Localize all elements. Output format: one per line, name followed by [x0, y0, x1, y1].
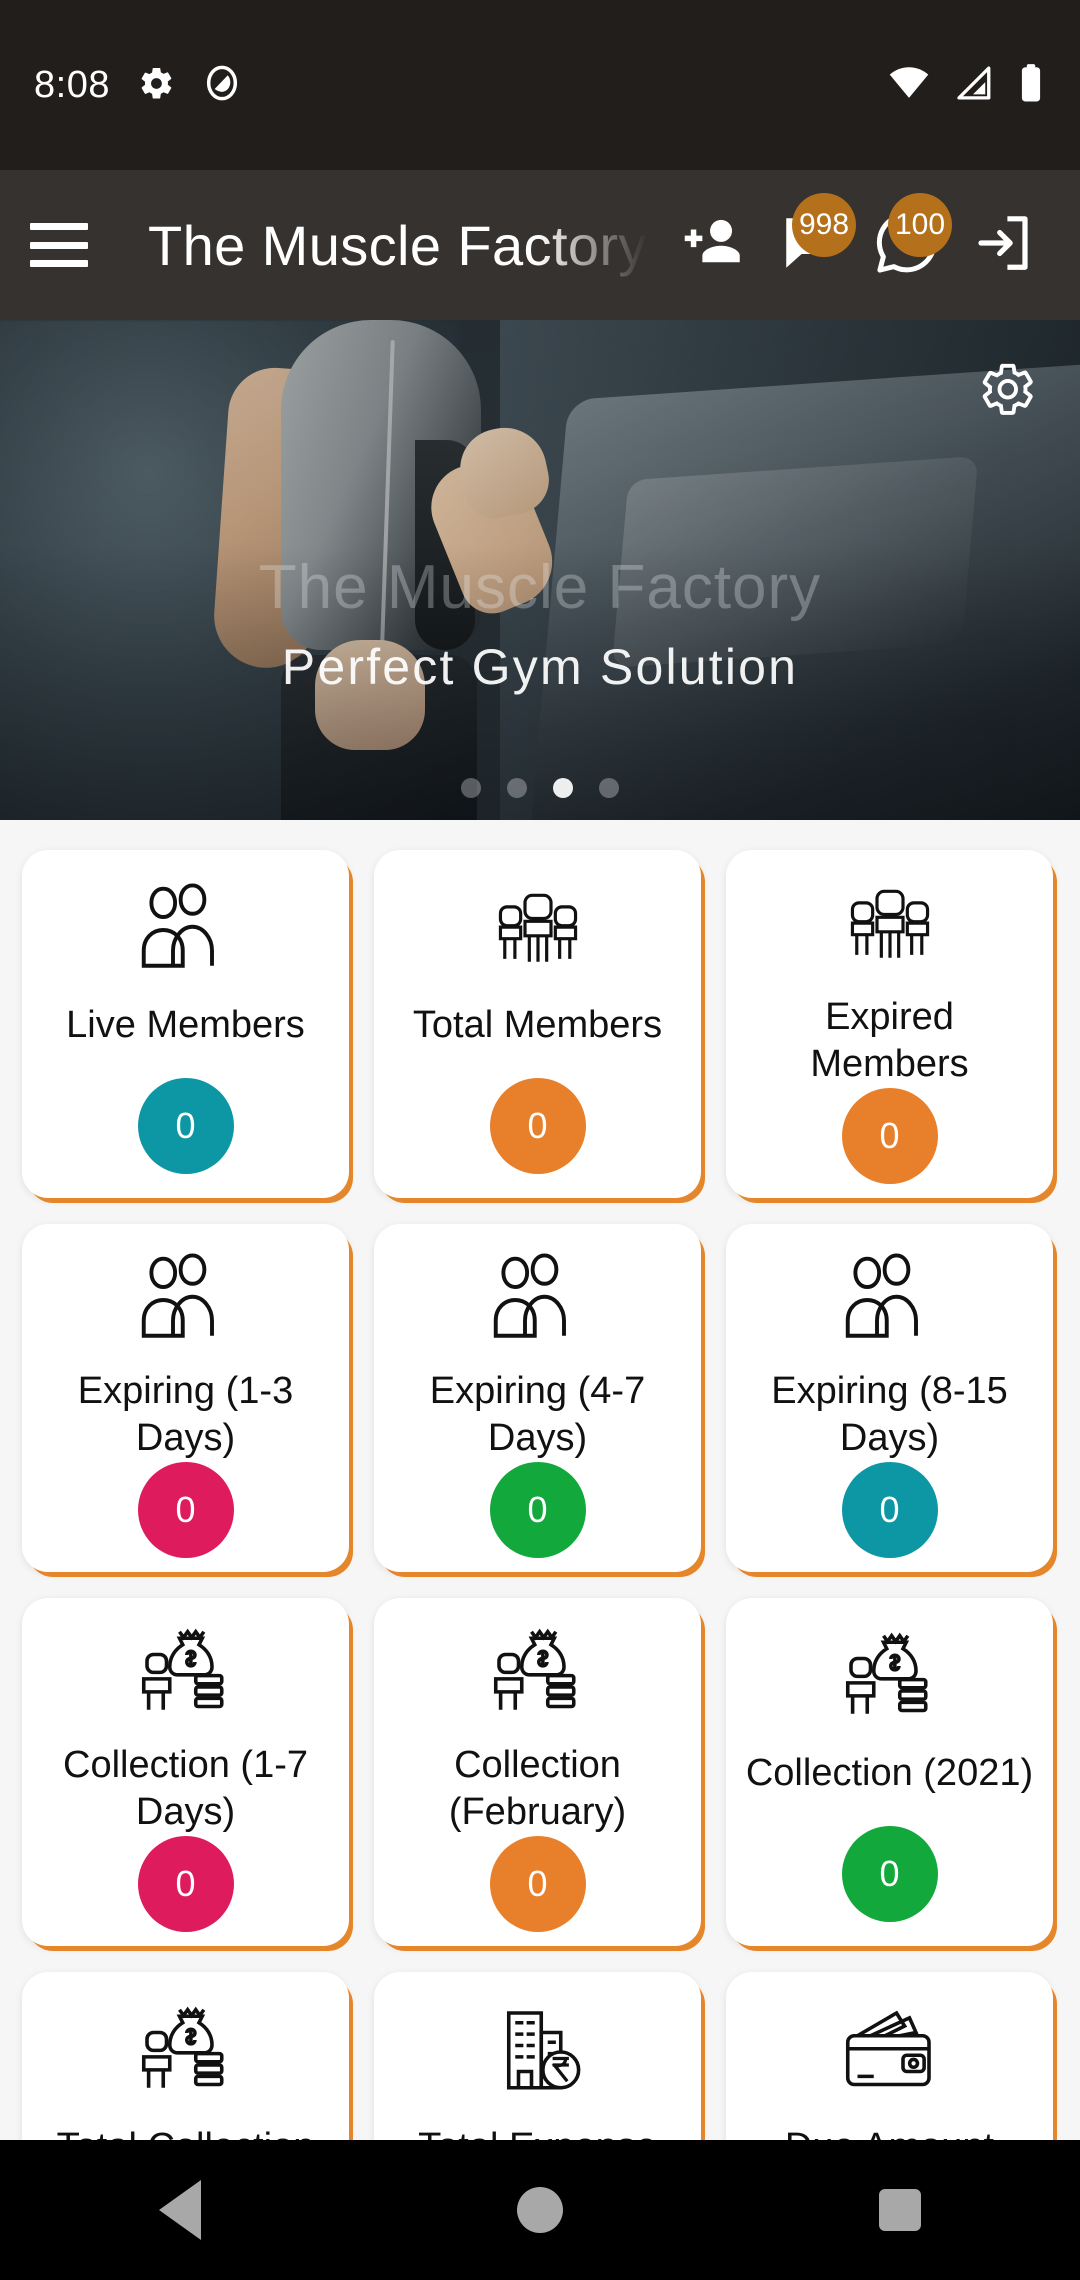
card-count-badge: 0: [489, 1462, 586, 1558]
two-people-icon: [838, 1250, 942, 1350]
two-people-icon: [134, 1250, 238, 1350]
card-label: Total Members: [412, 1004, 663, 1046]
dashboard-card-total-collection[interactable]: Total Collection 0: [22, 1972, 349, 2148]
carousel-dot-active[interactable]: [553, 778, 573, 798]
gear-icon: [136, 63, 176, 108]
status-bar-left: 8:08: [34, 63, 242, 108]
money-bag-person-icon: [486, 1624, 590, 1724]
card-label: Collection (2021): [745, 1752, 1034, 1794]
hamburger-line: [30, 260, 88, 267]
card-count-badge: 0: [841, 1826, 938, 1922]
add-member-icon: [682, 210, 748, 281]
card-label: Collection (February): [448, 1744, 627, 1833]
two-people-icon: [486, 1250, 590, 1350]
cellular-signal-icon: [952, 62, 994, 109]
money-bag-person-icon: [134, 1998, 238, 2106]
dashboard-card-live-members[interactable]: Live Members 0: [22, 850, 349, 1198]
card-label: Collection (1-7 Days): [63, 1744, 308, 1833]
card-label: Expiring (4-7 Days): [429, 1370, 646, 1459]
dashboard-card-collection-2021[interactable]: Collection (2021) 0: [726, 1598, 1053, 1946]
card-label: Expiring (1-3 Days): [77, 1370, 294, 1459]
dashboard-card-total-expense[interactable]: Total Expense 0: [374, 1972, 701, 2148]
sms-badge-count: 998: [792, 193, 856, 257]
app-title-container: The Muscle Factory: [110, 170, 672, 320]
page-title: The Muscle Factory: [148, 213, 647, 277]
status-bar-clock: 8:08: [34, 63, 110, 106]
card-count-badge: 0: [137, 1078, 234, 1174]
dashboard-card-collection-1-7-days[interactable]: Collection (1-7 Days) 0: [22, 1598, 349, 1946]
dashboard-card-expiring-4-7-days[interactable]: Expiring (4-7 Days) 0: [374, 1224, 701, 1572]
carousel-dot[interactable]: [461, 778, 481, 798]
dashboard-card-collection-february[interactable]: Collection (February) 0: [374, 1598, 701, 1946]
money-bag-person-icon: [134, 1624, 238, 1724]
wallet-icon: [838, 1998, 942, 2106]
group-people-icon: [486, 876, 590, 984]
app-bar: The Muscle Factory 998 100: [0, 170, 1080, 320]
card-count-badge: 0: [841, 1088, 938, 1184]
whatsapp-badge-count: 100: [888, 193, 952, 257]
hero-subtitle: Perfect Gym Solution: [281, 639, 799, 695]
back-button[interactable]: [105, 2140, 255, 2280]
status-bar: 8:08: [0, 0, 1080, 170]
hamburger-line: [30, 223, 88, 230]
card-count-badge: 0: [841, 1462, 938, 1558]
home-button[interactable]: [465, 2140, 615, 2280]
building-rupee-icon: [486, 1998, 590, 2106]
back-triangle-icon: [159, 2180, 201, 2240]
recents-square-icon: [879, 2189, 921, 2231]
status-bar-right: [888, 62, 1046, 109]
home-circle-icon: [517, 2187, 563, 2233]
android-navigation-bar: [0, 2140, 1080, 2280]
wifi-icon: [888, 62, 930, 109]
dashboard-card-expiring-1-3-days[interactable]: Expiring (1-3 Days) 0: [22, 1224, 349, 1572]
whatsapp-button[interactable]: 100: [864, 193, 952, 293]
dashboard-card-total-members[interactable]: Total Members 0: [374, 850, 701, 1198]
card-count-badge: 0: [137, 1462, 234, 1558]
group-people-icon: [838, 876, 942, 976]
card-label: Live Members: [66, 1004, 305, 1046]
card-label: Expired Members: [810, 996, 969, 1085]
card-count-badge: 0: [137, 1836, 234, 1932]
carousel-dot[interactable]: [599, 778, 619, 798]
dashboard-card-grid: Live Members 0 Total Members 0 Expired M…: [0, 828, 1080, 2148]
carousel-dots[interactable]: [0, 778, 1080, 798]
recents-button[interactable]: [825, 2140, 975, 2280]
carousel-dot[interactable]: [507, 778, 527, 798]
app-bar-actions: 998 100: [672, 193, 1050, 293]
money-bag-person-icon: [838, 1624, 942, 1732]
battery-icon: [1016, 62, 1046, 109]
add-member-button[interactable]: [672, 197, 758, 293]
hamburger-menu-icon[interactable]: [30, 223, 88, 267]
logout-icon: [970, 210, 1036, 281]
gear-icon[interactable]: [976, 358, 1038, 420]
dashboard-card-expired-members[interactable]: Expired Members 0: [726, 850, 1053, 1198]
dashboard-card-expiring-8-15-days[interactable]: Expiring (8-15 Days) 0: [726, 1224, 1053, 1572]
card-label: Expiring (8-15 Days): [771, 1370, 1008, 1459]
logout-button[interactable]: [960, 197, 1046, 293]
two-people-icon: [134, 876, 238, 984]
card-count-badge: 0: [489, 1078, 586, 1174]
hero-carousel[interactable]: The Muscle Factory Perfect Gym Solution: [0, 320, 1080, 820]
dashboard-card-due-amount[interactable]: Due Amount 0: [726, 1972, 1053, 2148]
card-count-badge: 0: [489, 1836, 586, 1932]
sms-message-button[interactable]: 998: [768, 193, 856, 293]
privacy-shield-icon: [202, 63, 242, 108]
hamburger-line: [30, 241, 88, 249]
hero-watermark-title: The Muscle Factory: [258, 553, 822, 622]
app-screen: 8:08 The Muscle Factory 998 100 The Musc…: [0, 0, 1080, 2280]
